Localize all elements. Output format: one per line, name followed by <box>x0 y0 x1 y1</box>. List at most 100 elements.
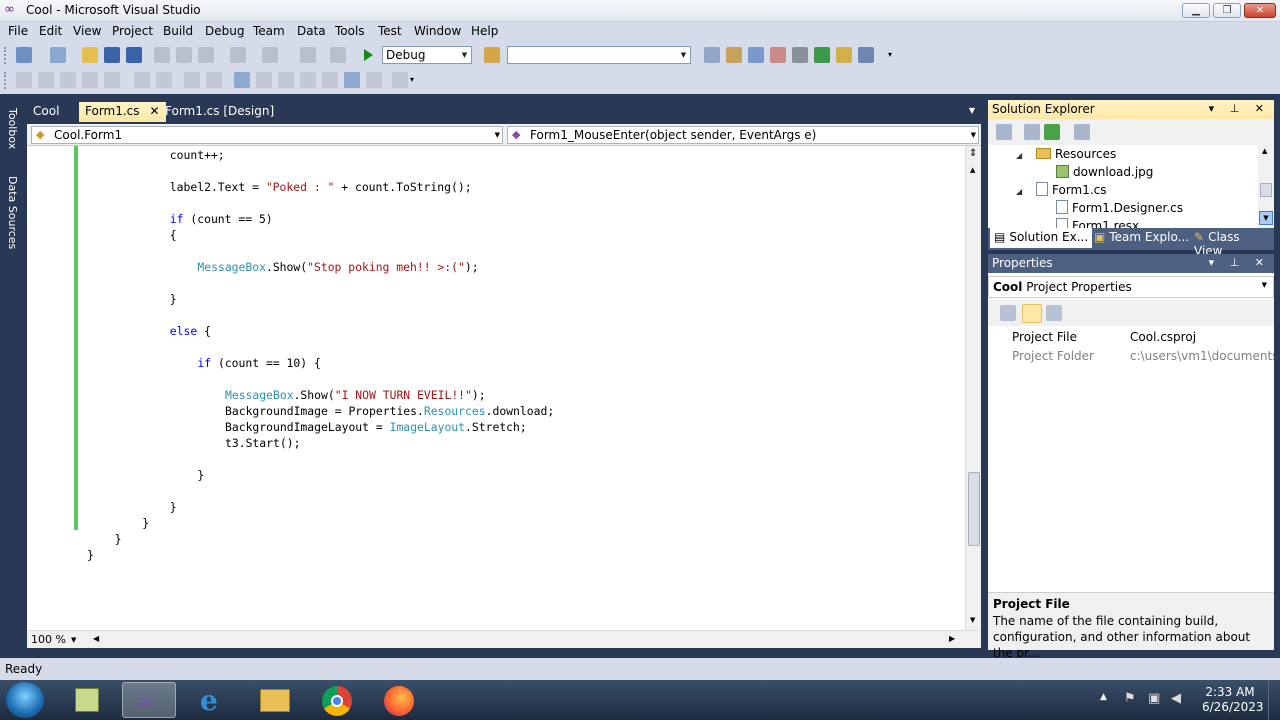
data-sources-tab[interactable]: Data Sources <box>1 176 19 249</box>
menu-test[interactable]: Test <box>378 24 402 38</box>
scroll-down-icon[interactable]: ▼ <box>970 616 975 624</box>
scroll-right-icon[interactable]: ▶ <box>949 634 955 643</box>
command-window-icon[interactable] <box>858 47 874 63</box>
toolbar-grip[interactable] <box>4 47 7 64</box>
show-hidden-icons-icon[interactable]: ▲ <box>1100 692 1107 702</box>
tab-cool[interactable]: Cool <box>27 102 65 122</box>
code-line[interactable]: } <box>115 531 122 547</box>
editor-vertical-scrollbar[interactable]: ⇕ ▲ ▼ <box>965 146 981 630</box>
previous-bookmark-document-icon[interactable] <box>344 72 360 88</box>
tab-solution-explorer[interactable]: ▤ Solution Ex... <box>990 228 1093 248</box>
refresh-icon[interactable] <box>1044 124 1060 140</box>
menu-window[interactable]: Window <box>414 24 461 38</box>
member-dropdown[interactable]: ◆ Form1_MouseEnter(object sender, EventA… <box>507 126 979 144</box>
taskbar-notepad[interactable] <box>60 682 114 718</box>
copy-icon[interactable] <box>176 47 192 63</box>
navigate-forward-icon[interactable] <box>330 47 346 63</box>
tab-form1-design[interactable]: Form1.cs [Design] <box>159 102 280 122</box>
code-line[interactable]: } <box>170 499 177 515</box>
start-page-icon[interactable] <box>814 47 830 63</box>
scroll-down-icon[interactable]: ▼ <box>1259 211 1273 225</box>
property-pages-icon[interactable] <box>1046 305 1062 321</box>
solution-explorer-icon[interactable] <box>704 47 720 63</box>
code-line[interactable]: MessageBox.Show("I NOW TURN EVEIL!!"); <box>225 387 486 403</box>
scroll-up-icon[interactable]: ▲ <box>1262 147 1267 155</box>
code-line[interactable]: } <box>142 515 149 531</box>
close-button[interactable]: ✕ <box>1244 3 1276 18</box>
code-line[interactable]: } <box>170 291 177 307</box>
collapse-icon[interactable]: ◢ <box>1016 151 1022 160</box>
menu-file[interactable]: File <box>8 24 28 38</box>
menu-tools[interactable]: Tools <box>335 24 365 38</box>
view-class-diagram-icon[interactable] <box>1074 124 1090 140</box>
parameter-info-icon[interactable] <box>38 72 54 88</box>
properties-object-combo[interactable]: Cool Project Properties ▼ <box>988 276 1274 298</box>
minimize-button[interactable]: ▁ <box>1182 3 1210 18</box>
scrollbar-thumb[interactable] <box>1260 183 1272 197</box>
menu-view[interactable]: View <box>73 24 101 38</box>
paste-icon[interactable] <box>198 47 214 63</box>
toggle-bookmark-icon[interactable] <box>206 72 222 88</box>
navigate-backward-icon[interactable] <box>300 47 316 63</box>
taskbar-internet-explorer[interactable]: e <box>186 682 240 718</box>
code-line[interactable]: if (count == 5) <box>170 211 273 227</box>
split-icon[interactable]: ⇕ <box>969 148 977 159</box>
cut-icon[interactable] <box>154 47 170 63</box>
code-line[interactable]: label2.Text = "Poked : " + count.ToStrin… <box>170 179 472 195</box>
find-combo[interactable]: ▼ <box>507 46 691 64</box>
volume-icon[interactable]: ◀ <box>1171 691 1181 706</box>
next-bookmark-icon[interactable] <box>256 72 272 88</box>
code-line[interactable]: else { <box>170 323 211 339</box>
next-bookmark-document-icon[interactable] <box>366 72 382 88</box>
tree-item-resources[interactable]: Resources <box>1036 145 1116 163</box>
previous-bookmark-folder-icon[interactable] <box>278 72 294 88</box>
toolbar-options-icon[interactable]: ▾ <box>410 72 426 88</box>
taskbar-file-explorer[interactable] <box>248 682 302 718</box>
collapse-icon[interactable]: ◢ <box>1016 187 1022 196</box>
save-all-icon[interactable] <box>126 47 142 63</box>
undo-icon[interactable] <box>230 47 246 63</box>
toolbar-grip[interactable] <box>4 72 7 89</box>
clock[interactable]: 2:33 AM 6/26/2023 <box>1202 685 1264 715</box>
object-members-icon[interactable] <box>16 72 32 88</box>
network-icon[interactable]: ▣ <box>1148 691 1160 706</box>
toolbar-options-icon[interactable]: ▾ <box>888 47 904 63</box>
property-row-project-file[interactable]: Project File Cool.csproj <box>988 328 1274 347</box>
code-line[interactable]: BackgroundImageLayout = ImageLayout.Stre… <box>225 419 527 435</box>
code-line[interactable]: count++; <box>170 147 225 163</box>
find-icon[interactable] <box>392 72 408 88</box>
decrease-indent-icon[interactable] <box>104 72 120 88</box>
open-file-icon[interactable] <box>82 47 98 63</box>
property-row-project-folder[interactable]: Project Folder c:\users\vm1\documents\v <box>988 347 1274 366</box>
redo-icon[interactable] <box>262 47 278 63</box>
code-line[interactable]: } <box>87 547 94 563</box>
panel-buttons[interactable]: ▾ ⊥ ✕ <box>1209 102 1270 115</box>
comment-lines-icon[interactable] <box>156 72 172 88</box>
show-desktop-button[interactable] <box>1268 680 1280 720</box>
menu-edit[interactable]: Edit <box>39 24 62 38</box>
add-item-icon[interactable] <box>50 47 66 63</box>
scroll-up-icon[interactable]: ▲ <box>970 166 975 174</box>
panel-buttons[interactable]: ▾ ⊥ ✕ <box>1209 256 1270 269</box>
tab-form1-cs[interactable]: Form1.cs ✕ <box>79 102 166 122</box>
tools-icon[interactable] <box>792 47 808 63</box>
object-browser-icon[interactable] <box>748 47 764 63</box>
code-line[interactable]: { <box>170 227 177 243</box>
show-all-files-icon[interactable] <box>1024 124 1040 140</box>
scrollbar-thumb[interactable] <box>968 472 980 546</box>
tree-item-form1-cs[interactable]: Form1.cs <box>1036 181 1107 199</box>
action-center-icon[interactable]: ⚑ <box>1124 691 1136 706</box>
quick-info-icon[interactable] <box>60 72 76 88</box>
code-line[interactable]: } <box>197 467 204 483</box>
taskbar-chrome[interactable] <box>310 682 364 718</box>
scroll-left-icon[interactable]: ◀ <box>93 634 99 643</box>
alphabetical-icon[interactable] <box>1022 304 1042 323</box>
zoom-combo[interactable]: 100 % ▼ <box>31 632 91 648</box>
previous-bookmark-icon[interactable] <box>234 72 250 88</box>
menu-project[interactable]: Project <box>112 24 153 38</box>
tree-item-form1-resx[interactable]: Form1.resx <box>1056 217 1139 228</box>
tab-list-dropdown-icon[interactable]: ▼ <box>969 106 975 115</box>
new-project-icon[interactable] <box>16 47 32 63</box>
toolbox-tab[interactable]: Toolbox <box>1 108 19 149</box>
extension-manager-icon[interactable] <box>836 47 852 63</box>
